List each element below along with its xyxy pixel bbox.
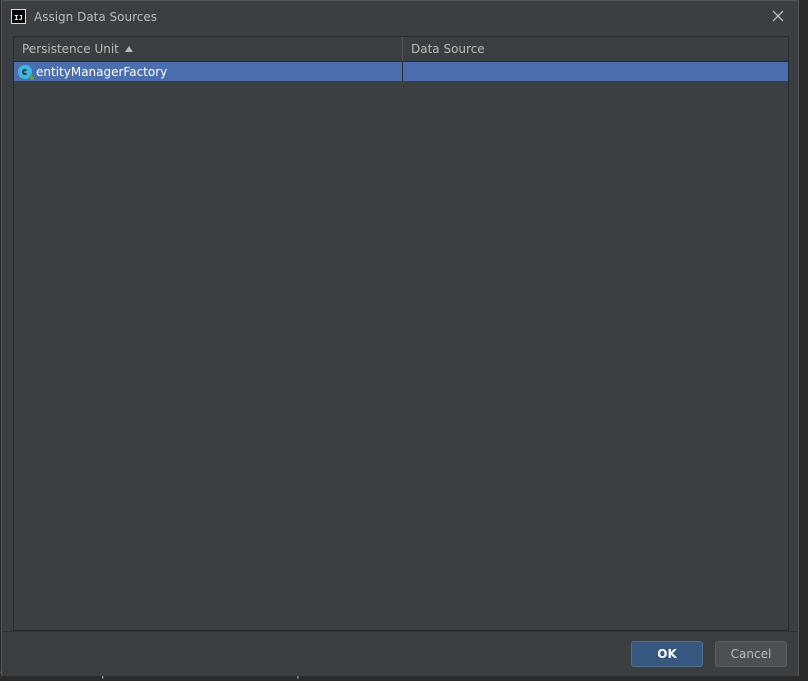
sort-ascending-icon (124, 46, 133, 52)
intellij-logo-icon: IJ (11, 9, 26, 24)
data-source-cell[interactable] (403, 62, 788, 81)
persistence-unit-name: entityManagerFactory (36, 64, 168, 79)
close-icon (772, 10, 784, 22)
assign-data-sources-dialog: IJ Assign Data Sources Persistence Unit … (1, 0, 799, 676)
dialog-footer: OK Cancel (2, 632, 798, 676)
persistence-unit-cell[interactable]: entityManagerFactory (14, 62, 403, 81)
dialog-title: Assign Data Sources (34, 9, 158, 24)
persistence-units-table: Persistence Unit Data Source entityManag… (13, 36, 789, 631)
column-header-label: Data Source (411, 42, 485, 56)
spring-persistence-unit-icon (18, 64, 34, 80)
close-button[interactable] (770, 8, 786, 24)
column-header-label: Persistence Unit (22, 42, 119, 56)
table-row[interactable]: entityManagerFactory (14, 62, 788, 81)
dialog-titlebar: IJ Assign Data Sources (2, 1, 798, 32)
column-header-persistence-unit[interactable]: Persistence Unit (14, 37, 403, 61)
ok-button[interactable]: OK (631, 641, 703, 667)
cancel-button[interactable]: Cancel (715, 641, 787, 667)
table-header: Persistence Unit Data Source (14, 37, 788, 62)
column-header-data-source[interactable]: Data Source (403, 37, 788, 61)
